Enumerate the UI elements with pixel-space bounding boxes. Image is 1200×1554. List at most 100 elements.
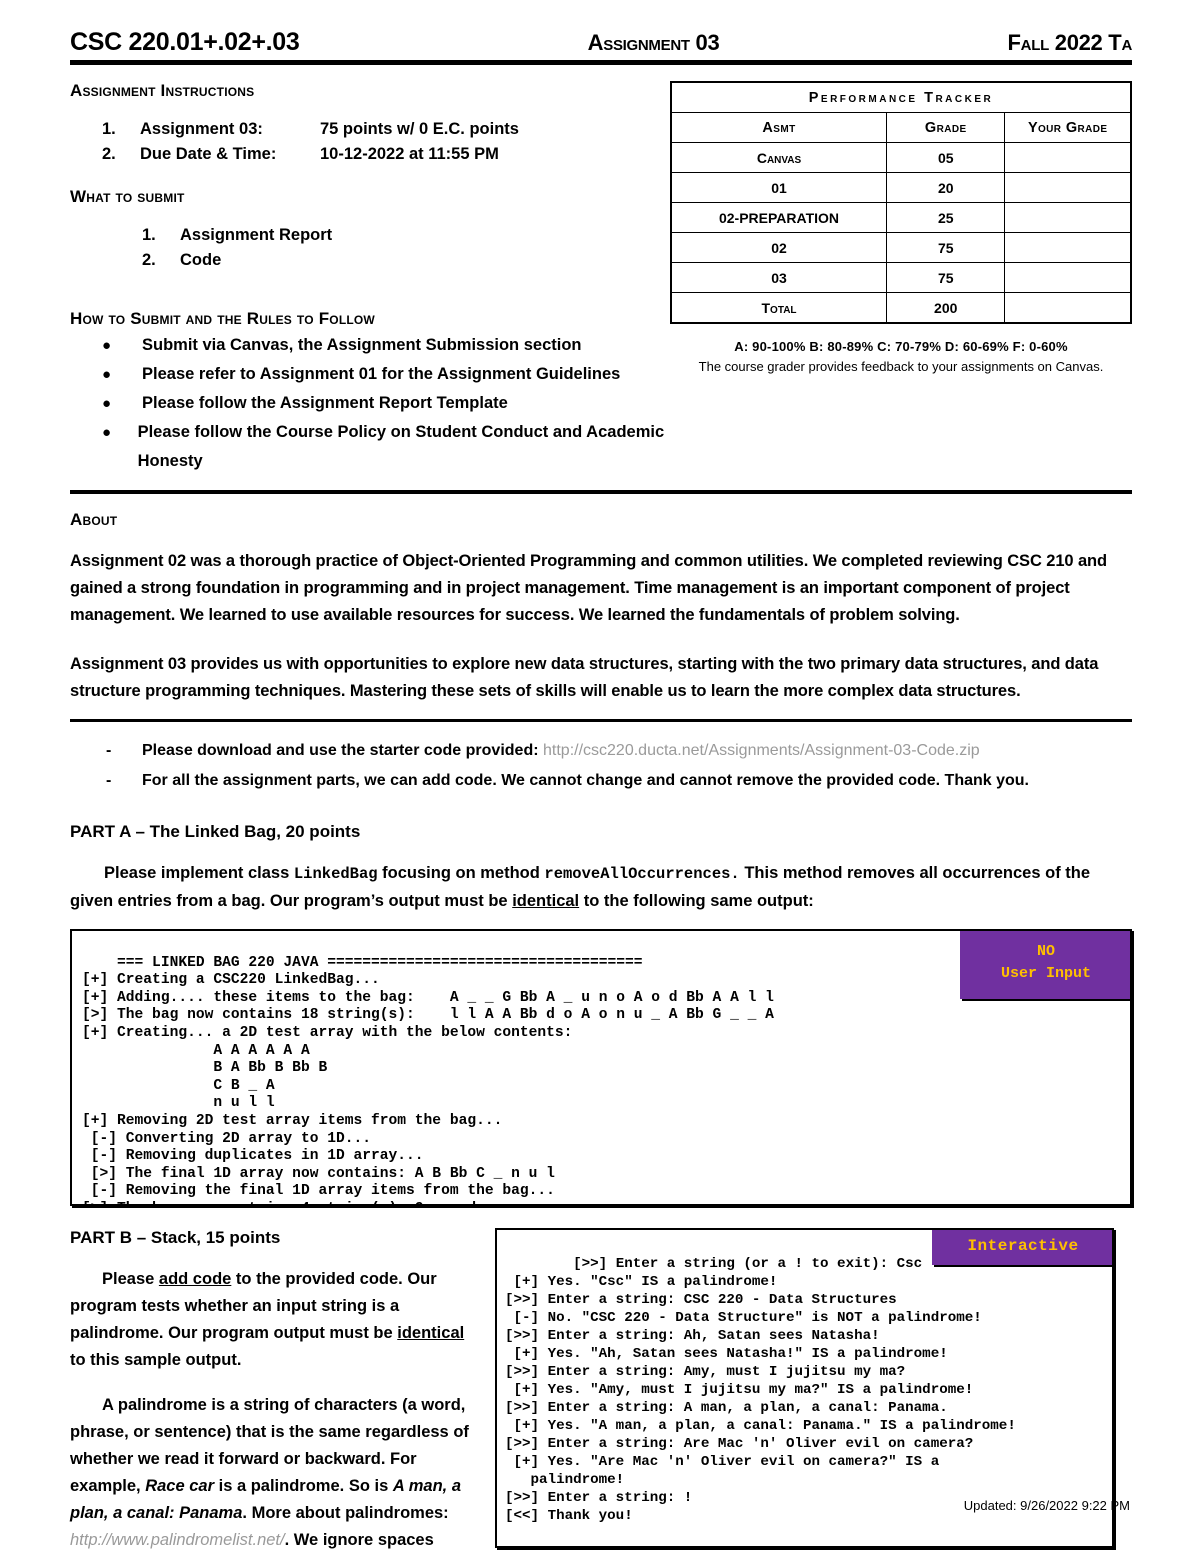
bullet-icon: ● (102, 424, 112, 441)
part-b-paragraph-2: A palindrome is a string of characters (… (70, 1392, 477, 1554)
cell-your-grade[interactable] (1004, 172, 1132, 203)
bullet-icon: ● (102, 366, 112, 383)
item-label: Assignment 03: (140, 120, 263, 138)
list-item: 1. Assignment 03: 75 points w/ 0 E.C. po… (70, 117, 668, 142)
part-b-text-column: PART B – Stack, 15 points Please add cod… (70, 1228, 495, 1554)
cell-asmt: 02-PREPARATION (670, 202, 888, 233)
item-number: 2. (142, 251, 156, 269)
column-header-your-grade: Your Grade (1004, 112, 1132, 143)
table-row: 02 75 (670, 232, 1132, 263)
table-row: 01 20 (670, 172, 1132, 203)
cell-your-grade[interactable] (1004, 262, 1132, 293)
cell-grade: 20 (886, 172, 1006, 203)
part-b-p2-text-b: is a palindrome. So is (214, 1477, 393, 1495)
cell-your-grade-total[interactable] (1004, 292, 1132, 324)
starter-download-label: Please download and use the starter code… (142, 742, 539, 759)
palindrome-list-link[interactable]: http://www.palindromelist.net/ (70, 1531, 285, 1549)
part-b-p1-text-a: Please (102, 1270, 159, 1288)
part-a-identical-emphasis: identical (512, 892, 580, 910)
assignment-title: Assignment 03 (587, 30, 720, 55)
part-a-console-text: === LINKED BAG 220 JAVA ================… (82, 954, 774, 1204)
item-label: Submit via Canvas, the Assignment Submis… (142, 336, 582, 354)
item-value: 10-12-2022 at 11:55 PM (320, 145, 499, 163)
table-row: Canvas 05 (670, 142, 1132, 173)
top-section: Assignment Instructions 1. Assignment 03… (70, 81, 1132, 476)
item-label: Code (180, 251, 222, 269)
list-item: - For all the assignment parts, we can a… (70, 766, 1132, 796)
bullet-icon: ● (102, 395, 112, 412)
about-paragraph-1: Assignment 02 was a thorough practice of… (70, 552, 1107, 624)
starter-download-text: Please download and use the starter code… (142, 736, 980, 766)
column-header-asmt: Asmt (670, 112, 888, 143)
part-b-p2-text-d: . We ignore spaces (284, 1531, 434, 1549)
performance-tracker-table: Performance Tracker Asmt Grade Your Grad… (670, 81, 1132, 324)
cell-asmt: 03 (670, 262, 888, 293)
cell-your-grade[interactable] (1004, 232, 1132, 263)
what-to-submit-heading: What to submit (70, 187, 185, 206)
grade-scale: A: 90-100% B: 80-89% C: 70-79% D: 60-69%… (734, 339, 1068, 354)
starter-code-link[interactable]: http://csc220.ducta.net/Assignments/Assi… (543, 742, 980, 759)
part-b-console-text: [>>] Enter a string (or a ! to exit): Cs… (505, 1256, 1016, 1524)
list-item: 2. Code (110, 248, 668, 273)
table-title-row: Performance Tracker (670, 81, 1132, 113)
part-a-intro-text-4: to the following same output: (579, 892, 814, 910)
item-number: 1. (142, 226, 156, 244)
document-content: CSC 220.01+.02+.03 Assignment 03 Fall 20… (70, 28, 1132, 1554)
about-divider-top (70, 490, 1132, 494)
table-row-total: Total 200 (670, 292, 1132, 324)
item-label: Assignment Report (180, 226, 333, 244)
part-a-method-name: removeAllOccurrences. (544, 865, 740, 883)
header-divider (70, 60, 1132, 65)
list-item: ● Please follow the Course Policy on Stu… (70, 418, 668, 476)
grader-feedback-note: The course grader provides feedback to y… (698, 359, 1104, 374)
document-page: CSC 220.01+.02+.03 Assignment 03 Fall 20… (0, 0, 1200, 1553)
cell-grade: 75 (886, 262, 1006, 293)
part-a-intro-text-1: Please implement class (104, 864, 294, 882)
part-b-add-code-emphasis: add code (158, 1270, 232, 1288)
starter-code-list: - Please download and use the starter co… (70, 736, 1132, 796)
cell-grade: 25 (886, 202, 1006, 233)
cell-asmt: 01 (670, 172, 888, 203)
list-item: 1. Assignment Report (110, 223, 668, 248)
list-item: ● Submit via Canvas, the Assignment Subm… (70, 331, 668, 360)
item-number: 2. (102, 145, 116, 163)
assignment-instructions-list: 1. Assignment 03: 75 points w/ 0 E.C. po… (70, 117, 668, 167)
assignment-instructions-heading: Assignment Instructions (70, 81, 255, 100)
part-b-heading: PART B – Stack, 15 points (70, 1228, 281, 1247)
list-item: 2. Due Date & Time: 10-12-2022 at 11:55 … (70, 142, 668, 167)
list-item: - Please download and use the starter co… (70, 736, 1132, 766)
interactive-badge: Interactive (932, 1230, 1112, 1265)
dash-bullet-icon: - (106, 772, 112, 789)
about-divider-bottom (70, 719, 1132, 722)
footer-updated-note: Updated: 9/26/2022 9:22 PM (963, 1498, 1130, 1513)
item-label: Please refer to Assignment 01 for the As… (142, 365, 621, 383)
how-to-submit-list: ● Submit via Canvas, the Assignment Subm… (70, 331, 668, 476)
about-heading: About (70, 510, 118, 529)
list-item: ● Please refer to Assignment 01 for the … (70, 360, 668, 389)
what-to-submit-list: 1. Assignment Report 2. Code (70, 223, 668, 273)
item-label: Due Date & Time: (140, 145, 277, 163)
cell-your-grade[interactable] (1004, 142, 1132, 173)
part-a-intro: Please implement class LinkedBag focusin… (70, 860, 1132, 915)
column-header-grade: Grade (886, 112, 1006, 143)
part-a-console-output: === LINKED BAG 220 JAVA ================… (70, 929, 1132, 1206)
term-label: Fall 2022 Ta (1007, 30, 1133, 55)
instructions-column: Assignment Instructions 1. Assignment 03… (70, 81, 668, 476)
table-row: 03 75 (670, 262, 1132, 293)
item-label: Please follow the Course Policy on Stude… (137, 423, 665, 470)
part-a-heading: PART A – The Linked Bag, 20 points (70, 822, 361, 841)
cell-asmt: Canvas (670, 142, 888, 173)
cell-grade: 05 (886, 142, 1006, 173)
grading-note: A: 90-100% B: 80-89% C: 70-79% D: 60-69%… (670, 337, 1132, 377)
part-b-example-race-car: Race car (145, 1477, 215, 1495)
dash-bullet-icon: - (106, 742, 112, 759)
cell-your-grade[interactable] (1004, 202, 1132, 233)
cell-grade-total: 200 (886, 292, 1006, 324)
how-to-submit-heading: How to Submit and the Rules to Follow (70, 309, 375, 328)
starter-rules-text: For all the assignment parts, we can add… (142, 772, 1029, 789)
item-value: 75 points w/ 0 E.C. points (320, 120, 519, 138)
part-b-p1-text-c: to this sample output. (70, 1351, 242, 1369)
cell-asmt-total: Total (670, 292, 888, 324)
part-b-paragraph-1: Please add code to the provided code. Ou… (70, 1266, 477, 1374)
bullet-icon: ● (102, 337, 112, 354)
